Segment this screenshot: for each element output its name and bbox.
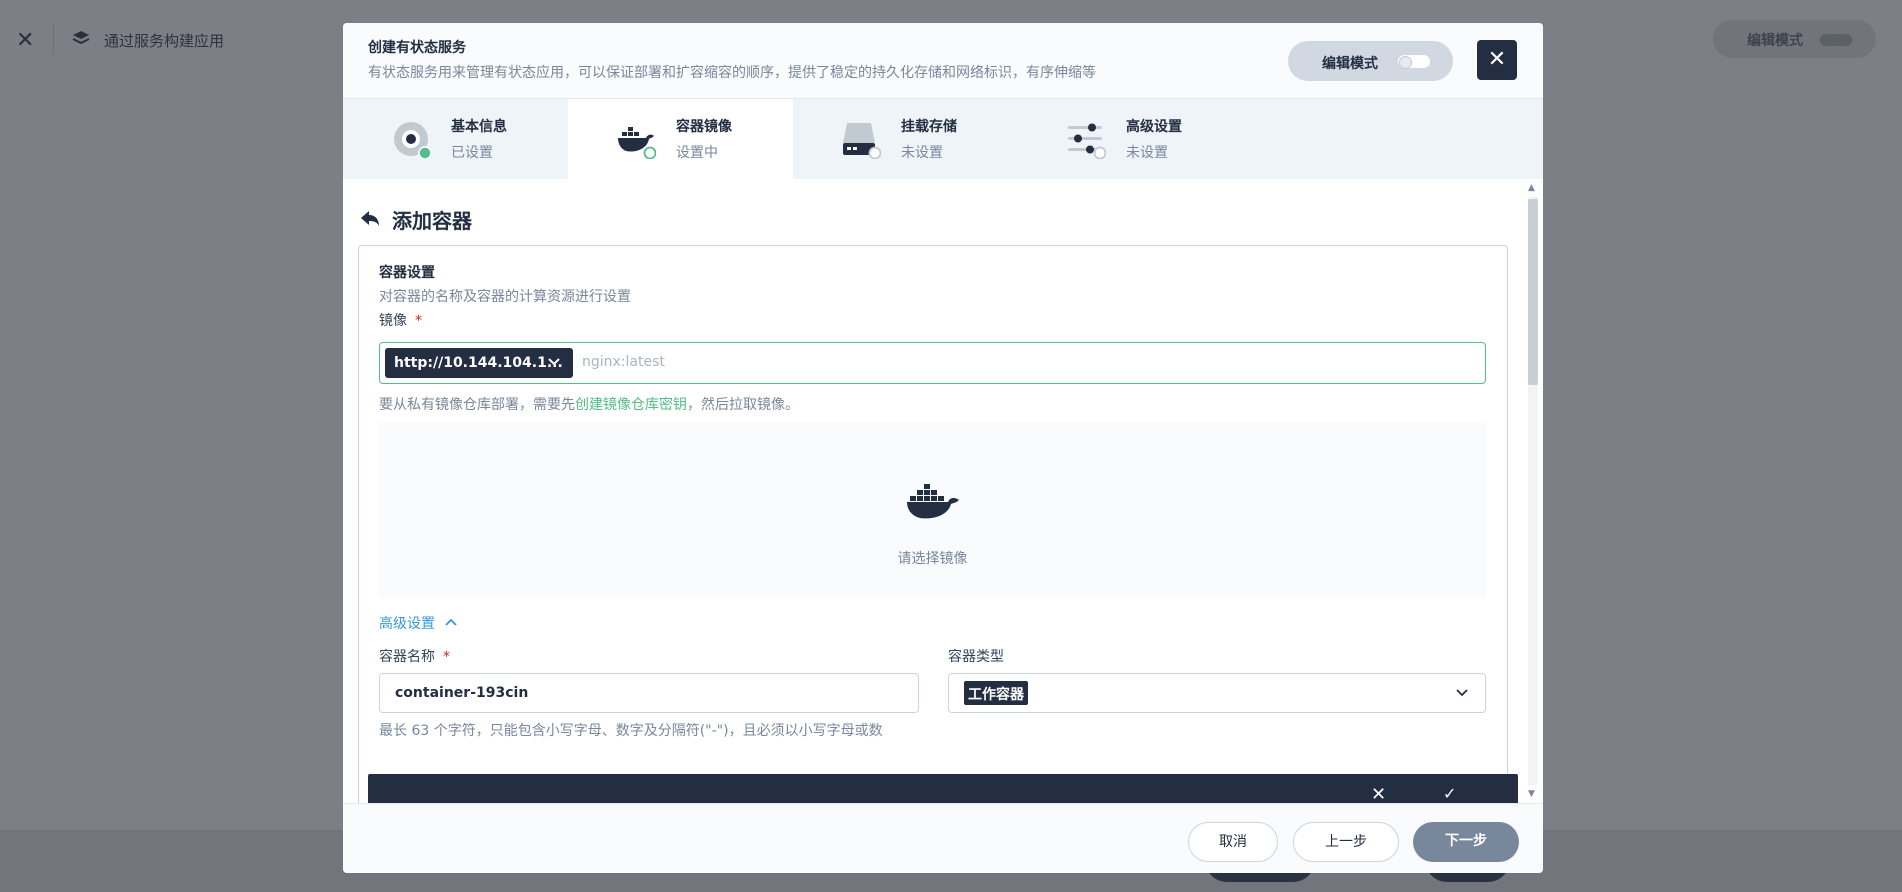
cancel-edit-icon[interactable]: ✕: [1371, 784, 1386, 803]
registry-select[interactable]: http://10.144.104.1...: [385, 348, 573, 378]
scroll-down-icon[interactable]: ▼: [1528, 789, 1535, 799]
chevron-up-icon: [445, 618, 458, 626]
container-name-label: 容器名称 *: [379, 646, 450, 666]
container-settings-card: 容器设置 对容器的名称及容器的计算资源进行设置 镜像 * http://10.14…: [358, 245, 1508, 803]
image-input-group: http://10.144.104.1... nginx:latest: [379, 342, 1486, 384]
background-close-icon: ✕: [16, 28, 35, 53]
step-container-image[interactable]: 容器镜像 设置中: [568, 99, 793, 179]
close-icon: ✕: [1487, 47, 1507, 72]
create-statefulset-modal: 创建有状态服务 有状态服务用来管理有状态应用，可以保证部署和扩容缩容的顺序，提供…: [343, 23, 1543, 873]
scroll-up-icon[interactable]: ▲: [1528, 183, 1535, 193]
modal-title: 创建有状态服务: [368, 40, 466, 56]
scrollbar[interactable]: ▲ ▼: [1523, 179, 1543, 803]
basic-info-icon: [394, 122, 431, 159]
step-status: 未设置: [901, 145, 943, 161]
step-basic-info[interactable]: 基本信息 已设置: [343, 99, 568, 179]
background-toggle-icon: [1820, 34, 1852, 46]
image-search-input[interactable]: nginx:latest: [582, 354, 665, 370]
chevron-down-icon: [548, 358, 560, 366]
registry-select-value: http://10.144.104.1...: [394, 355, 563, 371]
container-type-label: 容器类型: [948, 649, 1004, 665]
container-name-input[interactable]: container-193cin: [379, 673, 919, 713]
edit-confirm-toolbar: ✕ ✓: [368, 774, 1518, 803]
step-name: 基本信息: [451, 119, 507, 135]
edit-mode-toggle[interactable]: 编辑模式: [1288, 41, 1453, 81]
docker-whale-icon: [907, 484, 959, 519]
scroll-thumb[interactable]: [1528, 199, 1538, 385]
next-button[interactable]: 下一步: [1413, 822, 1519, 862]
image-label-text: 镜像: [379, 313, 407, 329]
step-storage[interactable]: 挂载存储 未设置: [793, 99, 1018, 179]
container-name-value: container-193cin: [395, 685, 529, 701]
background-edit-mode-toggle: 编辑模式: [1713, 20, 1876, 58]
section-title: 添加容器: [392, 209, 472, 233]
previous-button[interactable]: 上一步: [1293, 822, 1399, 862]
cancel-button[interactable]: 取消: [1188, 822, 1278, 862]
storage-disk-icon: [843, 123, 881, 159]
background-edit-mode-label: 编辑模式: [1747, 33, 1803, 49]
background-divider: [53, 24, 54, 54]
step-name: 挂载存储: [901, 119, 957, 135]
image-empty-state: 请选择镜像: [379, 422, 1486, 598]
wizard-steps: 基本信息 已设置 容器镜像 设置中 挂载存储 未设置 高级设置 未设置: [343, 99, 1543, 179]
hint-suffix: ，然后拉取镜像。: [687, 397, 799, 413]
close-modal-button[interactable]: ✕: [1477, 40, 1517, 80]
container-name-label-text: 容器名称: [379, 649, 435, 665]
step-status: 设置中: [676, 145, 718, 161]
modal-footer: 取消 上一步 下一步: [343, 803, 1543, 873]
card-title: 容器设置: [379, 265, 435, 281]
step-status: 未设置: [1126, 145, 1168, 161]
step-name: 容器镜像: [676, 119, 732, 135]
step-status: 已设置: [451, 145, 493, 161]
step-name: 高级设置: [1126, 119, 1182, 135]
confirm-edit-icon[interactable]: ✓: [1443, 784, 1456, 803]
image-label: 镜像 *: [379, 310, 422, 330]
empty-state-text: 请选择镜像: [897, 551, 968, 567]
advanced-settings-toggle[interactable]: 高级设置: [379, 613, 458, 633]
chevron-down-icon: [1456, 689, 1468, 697]
app-logo-icon: [72, 31, 90, 45]
sliders-icon: [1068, 123, 1106, 159]
docker-whale-icon: [618, 127, 656, 159]
hint-prefix: 要从私有镜像仓库部署，需要先: [379, 397, 575, 413]
modal-description: 有状态服务用来管理有状态应用，可以保证部署和扩容缩容的顺序，提供了稳定的持久化存…: [368, 65, 1096, 81]
modal-body: 添加容器 容器设置 对容器的名称及容器的计算资源进行设置 镜像 * http://…: [343, 179, 1523, 803]
create-secret-link[interactable]: 创建镜像仓库密钥: [575, 397, 687, 413]
required-mark: *: [443, 649, 450, 665]
step-advanced[interactable]: 高级设置 未设置: [1018, 99, 1243, 179]
toggle-switch-icon: [1398, 55, 1430, 69]
modal-header: 创建有状态服务 有状态服务用来管理有状态应用，可以保证部署和扩容缩容的顺序，提供…: [343, 23, 1543, 99]
container-type-select[interactable]: 工作容器: [948, 673, 1486, 713]
registry-hint: 要从私有镜像仓库部署，需要先创建镜像仓库密钥，然后拉取镜像。: [379, 394, 799, 414]
background-page-title: 通过服务构建应用: [104, 32, 225, 50]
card-description: 对容器的名称及容器的计算资源进行设置: [379, 289, 631, 305]
edit-mode-label: 编辑模式: [1322, 56, 1378, 72]
required-mark: *: [415, 313, 422, 329]
advanced-settings-label: 高级设置: [379, 616, 435, 632]
back-arrow-icon[interactable]: [359, 209, 381, 229]
container-name-hint: 最长 63 个字符，只能包含小写字母、数字及分隔符("-")，且必须以小写字母或…: [379, 723, 883, 739]
container-type-value: 工作容器: [964, 681, 1028, 705]
